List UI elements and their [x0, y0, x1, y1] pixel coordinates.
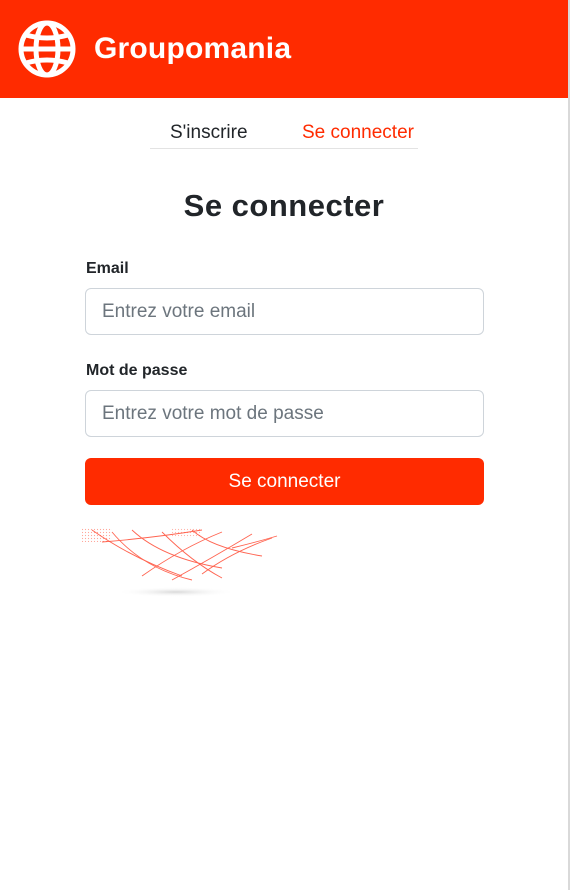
tab-signup[interactable]: S'inscrire [170, 122, 248, 144]
login-button[interactable]: Se connecter [85, 458, 484, 505]
login-page: Groupomania S'inscrire Se connecter Se c… [0, 0, 570, 890]
app-header: Groupomania [0, 0, 568, 98]
password-field[interactable] [85, 390, 484, 437]
page-title: Se connecter [183, 188, 385, 223]
globe-icon [18, 20, 76, 78]
email-label: Email [86, 260, 129, 277]
email-field[interactable] [85, 288, 484, 335]
tab-login[interactable]: Se connecter [302, 122, 414, 144]
password-label: Mot de passe [86, 362, 188, 379]
brand-name: Groupomania [94, 32, 292, 65]
decorative-globe-image [82, 528, 278, 597]
auth-tabs: S'inscrire Se connecter [150, 116, 418, 149]
